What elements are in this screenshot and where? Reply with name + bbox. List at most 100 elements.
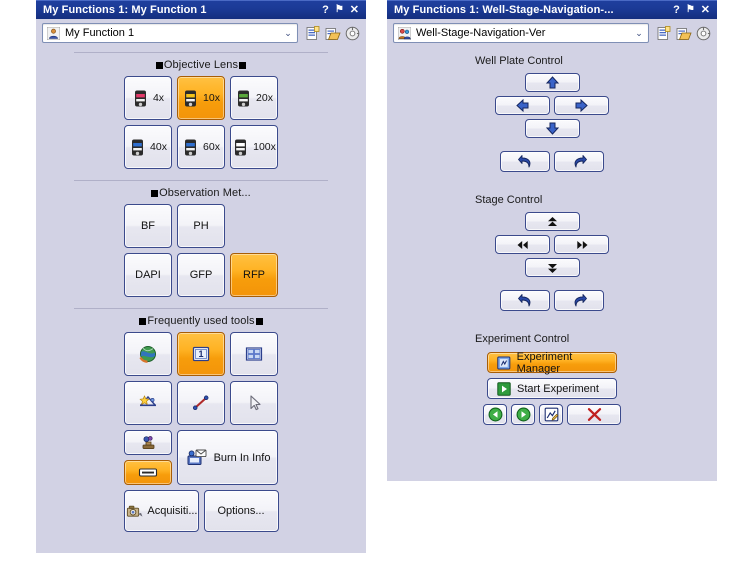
people-icon <box>398 26 411 40</box>
experiment-cancel-button[interactable] <box>567 404 621 425</box>
observation-rfp-button[interactable]: RFP <box>230 253 278 297</box>
right-titlebar: My Functions 1: Well-Stage-Navigation-..… <box>387 0 717 19</box>
svg-text:1: 1 <box>198 349 203 359</box>
well-move-right-button[interactable] <box>554 96 609 115</box>
measure-line-icon-button[interactable] <box>177 381 225 425</box>
start-experiment-label: Start Experiment <box>517 382 599 395</box>
function-select[interactable]: My Function 1 ⌄ <box>42 23 298 43</box>
frequently-used-tools-title: Frequently used tools <box>147 315 255 327</box>
function-select-value: My Function 1 <box>65 27 135 39</box>
stage-control-title: Stage Control <box>475 194 543 206</box>
stage-navpad <box>387 212 717 277</box>
scale-bar-icon-button[interactable] <box>124 460 172 485</box>
settings-gear-icon[interactable] <box>695 25 712 42</box>
objective-lens-heading: Objective Lens <box>36 53 366 76</box>
stage-move-left-button[interactable] <box>495 235 550 254</box>
open-list-icon[interactable] <box>675 25 692 42</box>
new-list-icon[interactable] <box>304 25 321 42</box>
objective-lens-label: 60x <box>203 141 220 153</box>
chevron-down-icon[interactable]: ⌄ <box>281 28 295 39</box>
pin-button[interactable]: ⚑ <box>686 5 695 15</box>
objective-lens-20x-button[interactable]: 20x <box>230 76 278 120</box>
well-undo-button[interactable] <box>500 151 550 172</box>
single-image-icon-button[interactable]: 1 <box>177 332 225 376</box>
well-redo-button[interactable] <box>554 151 604 172</box>
experiment-previous-button[interactable] <box>483 404 507 425</box>
auto-adjust-star-icon-button[interactable] <box>124 381 172 425</box>
navigation-select[interactable]: Well-Stage-Navigation-Ver ⌄ <box>393 23 649 43</box>
close-button[interactable]: ✕ <box>350 4 359 16</box>
right-combo-row: Well-Stage-Navigation-Ver ⌄ <box>387 19 717 47</box>
undo-icon <box>517 294 530 307</box>
options-button[interactable]: Options... <box>203 490 279 532</box>
settings-gear-icon[interactable] <box>344 25 361 42</box>
well-move-down-button[interactable] <box>524 119 580 138</box>
single-image-icon: 1 <box>192 346 210 362</box>
objective-lens-100x-button[interactable]: 100x <box>230 125 278 169</box>
stamp-annotate-icon-button[interactable] <box>124 430 172 455</box>
right-toolbar-icons <box>653 25 712 42</box>
square-bullet-icon <box>139 318 147 325</box>
chevron-down-icon[interactable]: ⌄ <box>632 28 646 39</box>
stage-move-right-button[interactable] <box>554 235 609 254</box>
objective-lens-10x-button[interactable]: 10x <box>177 76 225 120</box>
objective-lens-40x-button[interactable]: 40x <box>124 125 172 169</box>
experiment-next-button[interactable] <box>511 404 535 425</box>
scale-bar-icon <box>138 468 158 477</box>
stage-move-down-button[interactable] <box>524 258 580 277</box>
observation-gfp-button[interactable]: GFP <box>177 253 225 297</box>
left-combo-row: My Function 1 ⌄ <box>36 19 366 47</box>
right-titlebar-buttons: ? ⚑ ✕ <box>673 4 713 16</box>
lens-icon <box>232 138 249 157</box>
arrow-left-icon <box>516 99 529 112</box>
stage-horizontal-row <box>495 235 609 254</box>
open-list-icon[interactable] <box>324 25 341 42</box>
help-button[interactable]: ? <box>673 4 680 16</box>
tools-bottom-row: Acquisiti... Options... <box>36 490 366 532</box>
green-forward-icon <box>516 407 530 422</box>
lens-icon <box>182 138 199 157</box>
experiment-edit-button[interactable] <box>539 404 563 425</box>
stage-undo-redo-row <box>387 290 717 311</box>
double-arrow-left-icon <box>517 240 528 249</box>
observation-methods-grid: BF PH DAPI GFP RFP <box>36 204 366 297</box>
burn-in-info-button[interactable]: Burn In Info <box>177 430 278 485</box>
arrow-up-icon <box>545 76 559 89</box>
start-experiment-button[interactable]: Start Experiment <box>487 378 617 399</box>
observation-bf-button[interactable]: BF <box>124 204 172 248</box>
observation-ph-button[interactable]: PH <box>177 204 225 248</box>
measure-line-icon <box>192 395 209 411</box>
new-list-icon[interactable] <box>655 25 672 42</box>
navigation-select-value: Well-Stage-Navigation-Ver <box>416 27 546 39</box>
multi-panel-grid-icon-button[interactable] <box>230 332 278 376</box>
close-button[interactable]: ✕ <box>701 4 710 16</box>
pointer-select-icon-button[interactable] <box>230 381 278 425</box>
help-button[interactable]: ? <box>322 4 329 16</box>
stage-redo-button[interactable] <box>554 290 604 311</box>
red-x-icon <box>587 408 601 421</box>
stage-undo-button[interactable] <box>500 290 550 311</box>
observation-methods-title: Observation Met... <box>159 187 251 199</box>
well-move-up-button[interactable] <box>524 73 580 92</box>
live-capture-globe-icon <box>139 346 156 363</box>
experiment-control-title: Experiment Control <box>475 333 570 345</box>
pointer-select-icon <box>250 395 261 411</box>
objective-lens-label: 20x <box>256 92 273 104</box>
acquisition-label: Acquisiti... <box>147 505 198 517</box>
my-function-panel: My Functions 1: My Function 1 ? ⚑ ✕ My F… <box>36 0 366 553</box>
experiment-manager-icon <box>497 355 511 370</box>
objective-lens-4x-button[interactable]: 4x <box>124 76 172 120</box>
stage-move-up-button[interactable] <box>524 212 580 231</box>
acquisition-icon <box>126 505 142 517</box>
arrow-right-icon <box>575 99 588 112</box>
play-icon <box>497 381 511 396</box>
live-capture-globe-icon-button[interactable] <box>124 332 172 376</box>
acquisition-button[interactable]: Acquisiti... <box>123 490 199 532</box>
pin-button[interactable]: ⚑ <box>335 5 344 15</box>
objective-lens-label: 10x <box>203 92 220 104</box>
objective-lens-60x-button[interactable]: 60x <box>177 125 225 169</box>
well-move-left-button[interactable] <box>495 96 550 115</box>
experiment-manager-button[interactable]: Experiment Manager <box>487 351 617 375</box>
lens-icon <box>182 89 199 108</box>
observation-dapi-button[interactable]: DAPI <box>124 253 172 297</box>
